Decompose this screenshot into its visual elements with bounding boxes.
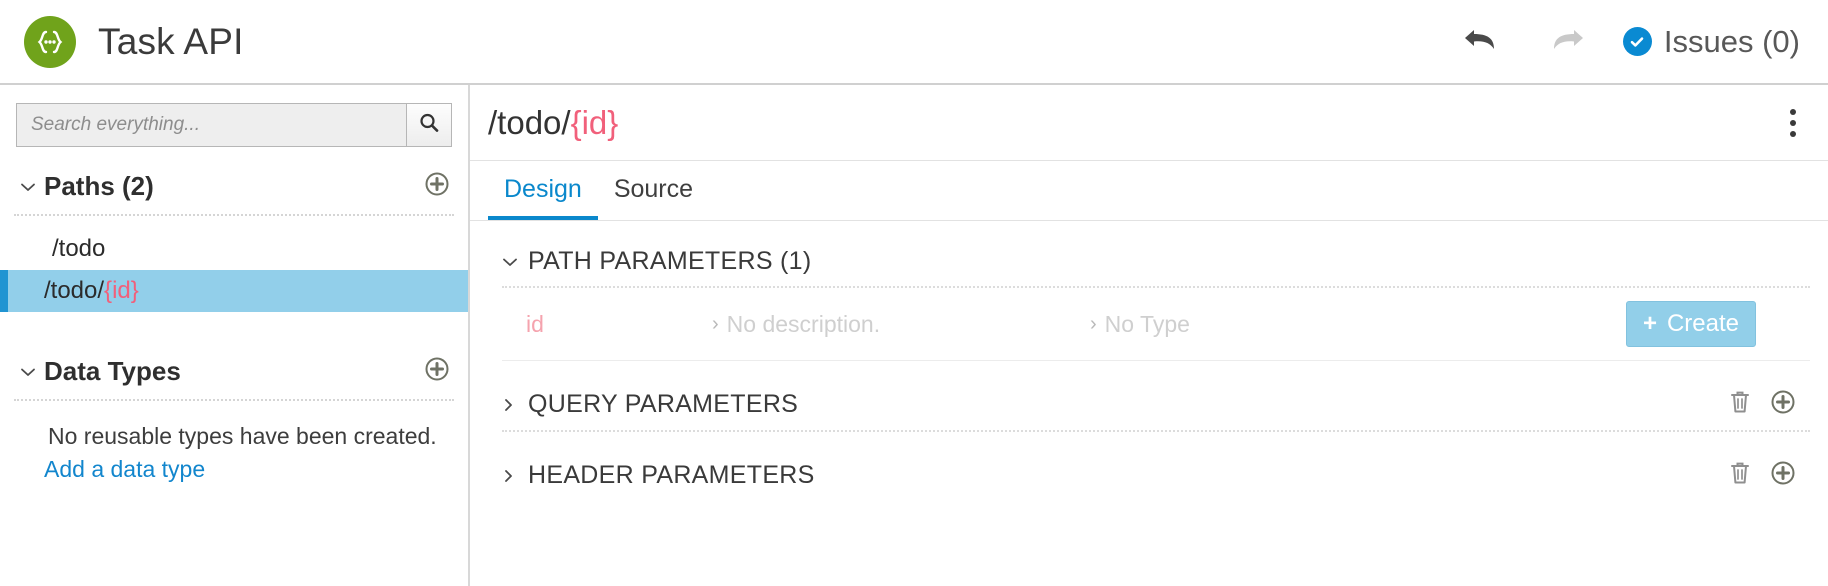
parameter-description[interactable]: › No description.	[712, 311, 1090, 338]
plus-circle-icon	[1770, 461, 1796, 490]
delete-header-parameters-button[interactable]	[1728, 460, 1752, 491]
kebab-dot	[1790, 108, 1796, 115]
tab-bar: Design Source	[470, 161, 1828, 221]
path-label: /todo	[52, 235, 106, 262]
query-parameters-actions	[1728, 389, 1804, 420]
path-label: /todo/	[44, 277, 105, 304]
parameter-name: id	[526, 310, 544, 337]
check-circle-icon	[1622, 27, 1652, 56]
parameter-description-text: No description.	[726, 310, 881, 337]
search-row	[0, 85, 468, 147]
data-types-empty-message: No reusable types have been created.	[48, 423, 437, 449]
plus-circle-icon	[424, 171, 450, 202]
parameter-type[interactable]: › No Type	[1090, 311, 1390, 338]
paths-divider	[14, 214, 454, 216]
search-icon	[418, 112, 440, 139]
top-bar: Task API Issues (0)	[0, 0, 1828, 85]
path-parameters-title: PATH PARAMETERS (1)	[528, 247, 812, 275]
sidebar-path-item-todo[interactable]: /todo	[0, 228, 468, 270]
redo-arrow-icon	[1544, 23, 1586, 60]
trash-icon	[1728, 391, 1752, 419]
main-panel: /todo/{id} Design Source PATH PARAMETERS…	[470, 85, 1828, 586]
plus-icon: +	[1642, 310, 1657, 337]
tab-design[interactable]: Design	[488, 175, 598, 220]
chevron-right-icon	[502, 397, 520, 413]
header-parameters-title: HEADER PARAMETERS	[528, 461, 815, 489]
chevron-down-icon	[502, 256, 520, 268]
query-parameters-title: QUERY PARAMETERS	[528, 390, 799, 418]
plus-circle-icon	[424, 356, 450, 387]
page-title: /todo/{id}	[488, 104, 618, 142]
header-parameters-header[interactable]: HEADER PARAMETERS	[488, 432, 1810, 491]
path-parameters-header[interactable]: PATH PARAMETERS (1)	[488, 221, 1810, 276]
top-bar-actions: Issues (0)	[1459, 21, 1806, 63]
add-path-button[interactable]	[424, 171, 450, 202]
redo-button[interactable]	[1541, 21, 1589, 63]
main-header: /todo/{id}	[470, 85, 1828, 161]
trash-icon	[1728, 462, 1752, 490]
kebab-dot	[1790, 130, 1796, 137]
kebab-menu-icon[interactable]	[1782, 103, 1804, 143]
header-parameters-actions	[1728, 460, 1804, 491]
delete-query-parameters-button[interactable]	[1728, 389, 1752, 420]
kebab-dot	[1790, 119, 1796, 126]
chevron-right-icon: ›	[1090, 312, 1097, 335]
path-param-label: {id}	[104, 277, 139, 304]
data-types-section-title: Data Types	[44, 356, 181, 386]
search-button[interactable]	[406, 103, 452, 147]
api-designer-app: Task API Issues (0) Search everything...…	[0, 0, 1828, 586]
table-row[interactable]: id › No description. › No Type + Create	[488, 288, 1810, 360]
chevron-down-icon	[20, 366, 38, 378]
add-data-type-button[interactable]	[424, 356, 450, 387]
paths-section-title: Paths (2)	[44, 171, 154, 201]
design-content: PATH PARAMETERS (1) id › No description.…	[470, 221, 1828, 586]
create-button[interactable]: + Create	[1625, 301, 1756, 347]
app-body: Paths (2) /todo /todo/{id}	[0, 85, 1828, 586]
brand: Task API	[24, 15, 244, 68]
paths-section-header[interactable]: Paths (2)	[0, 147, 468, 208]
issues-label: Issues (0)	[1663, 23, 1800, 59]
add-a-data-type-link[interactable]: Add a data type	[0, 450, 468, 483]
data-types-section-header[interactable]: Data Types	[0, 312, 468, 393]
chevron-right-icon	[502, 468, 520, 484]
parameter-type-text: No Type	[1104, 310, 1190, 337]
search-input[interactable]	[16, 103, 406, 147]
sidebar-path-item-todo-id[interactable]: /todo/{id}	[0, 270, 468, 312]
undo-arrow-icon	[1462, 23, 1504, 60]
issues-indicator[interactable]: Issues (0)	[1622, 23, 1800, 60]
chevron-right-icon: ›	[712, 312, 719, 335]
plus-circle-icon	[1770, 390, 1796, 419]
query-parameters-header[interactable]: QUERY PARAMETERS	[488, 361, 1810, 420]
app-title: Task API	[98, 20, 244, 62]
add-query-parameter-button[interactable]	[1770, 389, 1796, 420]
page-title-param: {id}	[570, 103, 619, 141]
chevron-down-icon	[20, 181, 38, 193]
page-title-prefix: /todo/	[488, 103, 571, 141]
undo-button[interactable]	[1459, 21, 1507, 63]
curly-braces-circle-logo	[24, 15, 76, 68]
sidebar: Paths (2) /todo /todo/{id}	[0, 85, 470, 586]
tab-source[interactable]: Source	[598, 175, 709, 220]
create-button-label: Create	[1666, 310, 1739, 337]
add-header-parameter-button[interactable]	[1770, 460, 1796, 491]
